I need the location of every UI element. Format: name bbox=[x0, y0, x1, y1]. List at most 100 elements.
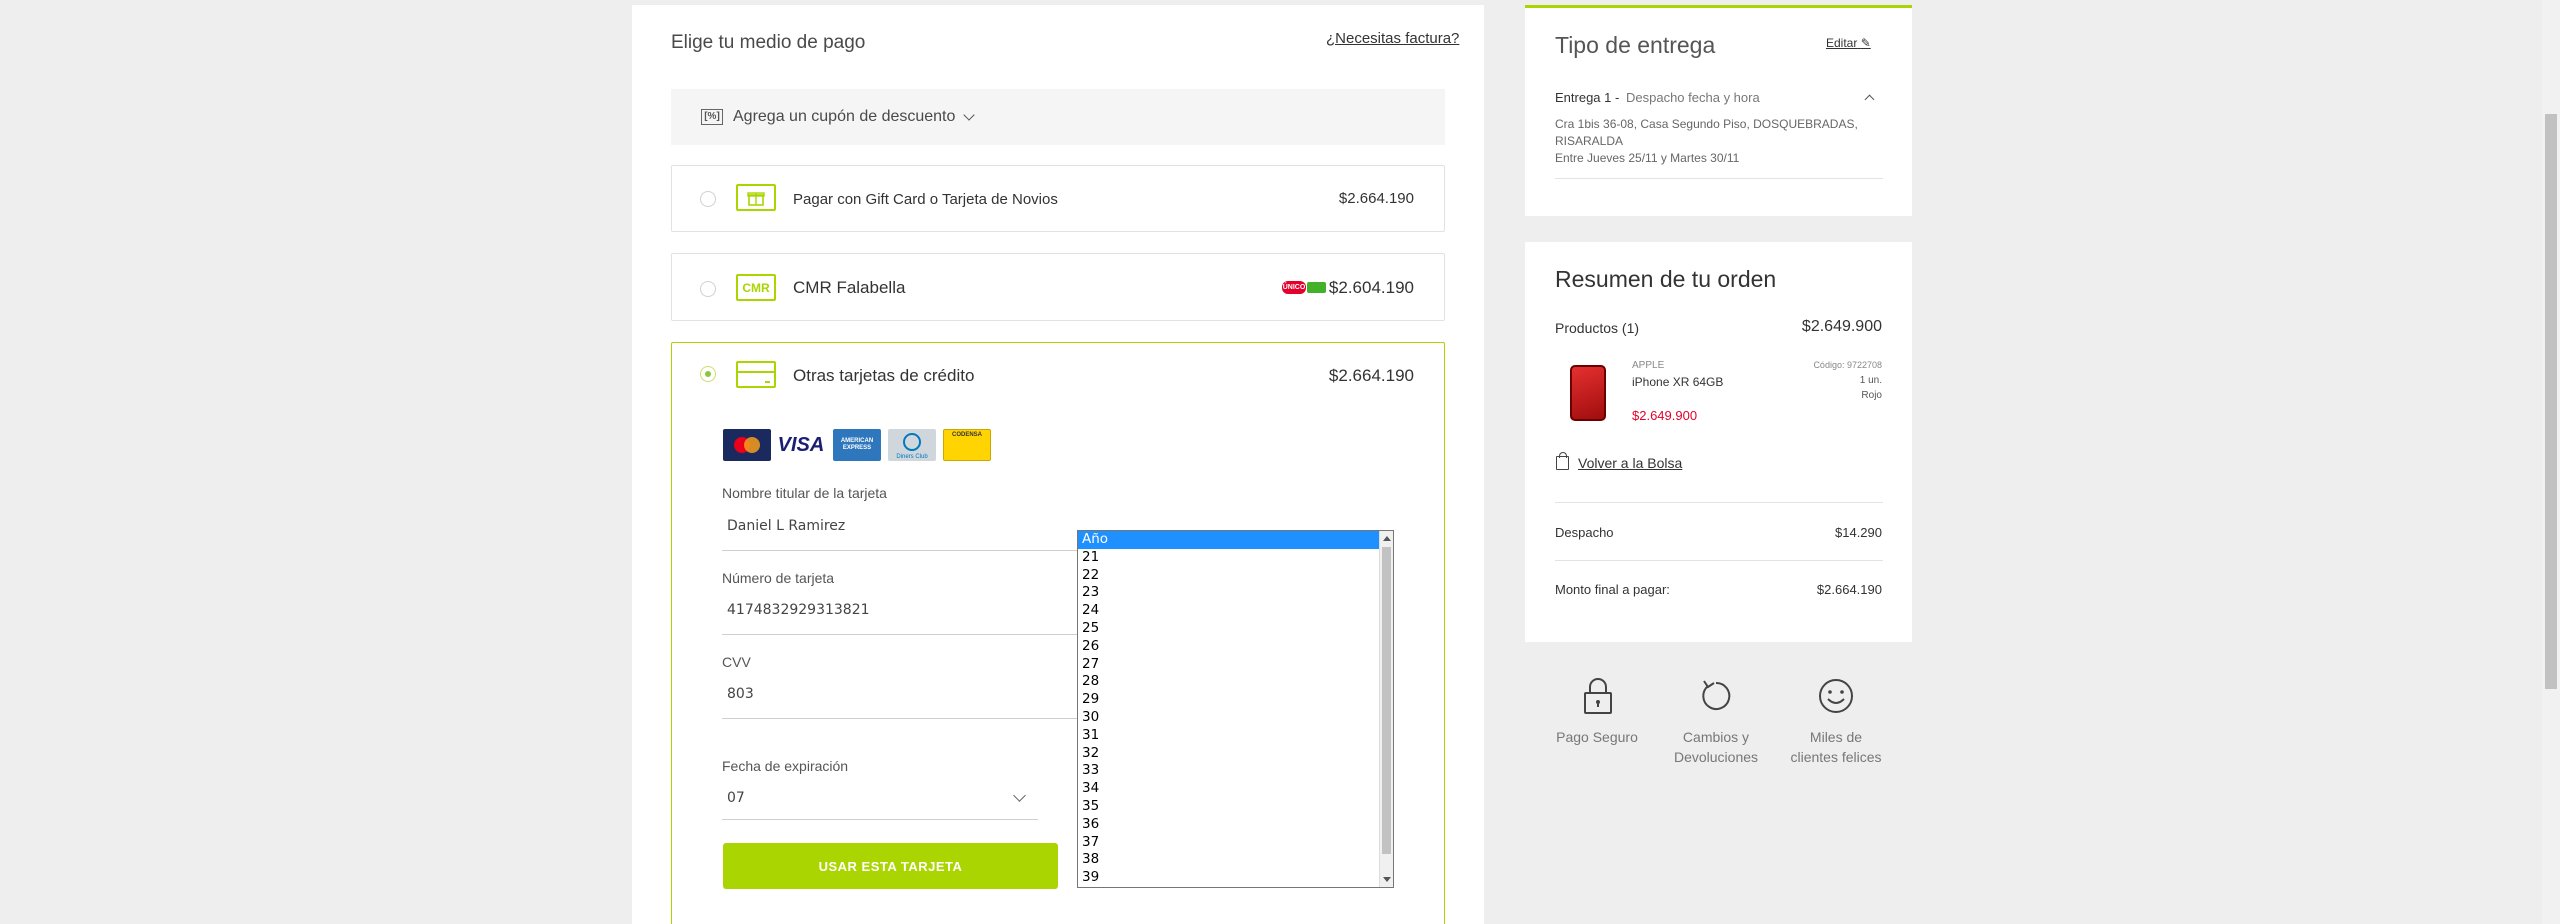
cmr-unico-badge: ÚNICO bbox=[1282, 281, 1326, 294]
products-total: $2.649.900 bbox=[1801, 318, 1882, 335]
year-option[interactable]: 27 bbox=[1078, 656, 1393, 674]
trust-returns-label-1: Cambios y bbox=[1682, 729, 1750, 745]
shopping-bag-icon bbox=[1556, 452, 1569, 470]
expiry-month-value: 07 bbox=[727, 790, 745, 806]
card-number-label: Número de tarjeta bbox=[722, 570, 835, 586]
chevron-down-icon bbox=[1013, 789, 1026, 802]
payment-option-giftcard[interactable]: Pagar con Gift Card o Tarjeta de Novios … bbox=[671, 165, 1445, 232]
invoice-link[interactable]: ¿Necesitas factura? bbox=[1326, 30, 1459, 47]
product-price: $2.649.900 bbox=[1632, 408, 1698, 423]
scroll-thumb[interactable] bbox=[1382, 547, 1391, 854]
year-option[interactable]: 24 bbox=[1078, 602, 1393, 620]
option-label: Pagar con Gift Card o Tarjeta de Novios bbox=[793, 191, 1058, 208]
coupon-label: Agrega un cupón de descuento bbox=[733, 108, 956, 125]
scroll-up-icon[interactable] bbox=[1383, 536, 1391, 541]
product-code: Código: 9722708 bbox=[1813, 360, 1882, 370]
year-option[interactable]: 37 bbox=[1078, 834, 1393, 852]
year-option[interactable]: 34 bbox=[1078, 780, 1393, 798]
edit-label: Editar bbox=[1826, 36, 1858, 50]
year-option[interactable]: 38 bbox=[1078, 851, 1393, 869]
listbox-scrollbar[interactable] bbox=[1379, 531, 1393, 887]
delivery-panel: Tipo de entrega Editar ✎ Entrega 1 - Des… bbox=[1525, 5, 1912, 216]
use-card-button[interactable]: USAR ESTA TARJETA bbox=[723, 843, 1058, 889]
option-price: $2.664.190 bbox=[1328, 366, 1414, 385]
radio-giftcard[interactable] bbox=[700, 191, 716, 207]
coupon-toggle[interactable]: [%] Agrega un cupón de descuento bbox=[671, 89, 1445, 145]
cmr-icon: CMR bbox=[736, 274, 776, 301]
divider bbox=[1555, 560, 1883, 561]
option-label: CMR Falabella bbox=[793, 278, 906, 297]
radio-cmr[interactable] bbox=[700, 281, 716, 297]
option-price: $2.664.190 bbox=[1338, 190, 1414, 207]
lock-icon bbox=[1584, 678, 1612, 714]
year-option[interactable]: 21 bbox=[1078, 549, 1393, 567]
card-mini-icon bbox=[1307, 282, 1326, 293]
cvv-label: CVV bbox=[722, 654, 751, 670]
divider bbox=[1555, 178, 1883, 179]
product-color: Rojo bbox=[1861, 390, 1882, 401]
year-option[interactable]: 39 bbox=[1078, 869, 1393, 887]
year-option[interactable]: 23 bbox=[1078, 584, 1393, 602]
year-option[interactable]: 28 bbox=[1078, 673, 1393, 691]
codensa-logo: CODENSA bbox=[943, 429, 991, 461]
cvv-input[interactable]: 803 bbox=[727, 686, 754, 702]
unico-badge-label: ÚNICO bbox=[1282, 281, 1306, 294]
divider bbox=[722, 550, 1078, 551]
year-option[interactable]: 33 bbox=[1078, 762, 1393, 780]
return-arrow-icon bbox=[1702, 680, 1731, 710]
summary-title: Resumen de tu orden bbox=[1555, 266, 1777, 292]
option-label: Otras tarjetas de crédito bbox=[793, 366, 975, 385]
diners-club-logo: Diners Club bbox=[888, 429, 936, 461]
year-option[interactable]: 25 bbox=[1078, 620, 1393, 638]
expiry-year-listbox[interactable]: Año 21 22 23 24 25 26 27 28 29 30 31 32 33 34 35 36 37 38 3… bbox=[1077, 530, 1394, 888]
final-total-value: $2.664.190 bbox=[1816, 582, 1882, 597]
order-summary-panel: Resumen de tu orden Productos (1) $2.649… bbox=[1525, 242, 1912, 642]
year-options: Año 21 22 23 24 25 26 27 28 29 30 31 32 33 34 35 36 37 38 3… bbox=[1078, 531, 1393, 887]
year-option[interactable]: 31 bbox=[1078, 727, 1393, 745]
delivery-entry-title: Entrega 1 - bbox=[1555, 90, 1620, 105]
cardholder-label: Nombre titular de la tarjeta bbox=[722, 485, 887, 501]
payment-option-cmr[interactable]: CMR CMR Falabella ÚNICO $2.604.190 bbox=[671, 253, 1445, 321]
trust-secure-label: Pago Seguro bbox=[1556, 729, 1638, 745]
address-line-2: RISARALDA bbox=[1555, 134, 1624, 148]
cardholder-input[interactable]: Daniel L Ramirez bbox=[727, 518, 845, 534]
year-option[interactable]: 35 bbox=[1078, 798, 1393, 816]
gift-card-icon bbox=[736, 184, 776, 211]
credit-card-icon bbox=[736, 361, 776, 388]
year-option[interactable]: 26 bbox=[1078, 638, 1393, 656]
payment-title: Elige tu medio de pago bbox=[671, 32, 866, 53]
shipping-value: $14.290 bbox=[1835, 525, 1882, 540]
divider bbox=[722, 634, 1078, 635]
year-option[interactable]: 22 bbox=[1078, 567, 1393, 585]
chevron-up-icon[interactable] bbox=[1864, 94, 1875, 105]
visa-logo: VISA bbox=[777, 433, 825, 456]
radio-credit-card[interactable] bbox=[700, 366, 716, 382]
edit-delivery-link[interactable]: Editar ✎ bbox=[1826, 36, 1871, 50]
mastercard-logo bbox=[723, 429, 771, 461]
trust-clients-label-1: Miles de bbox=[1809, 729, 1863, 745]
scroll-down-icon[interactable] bbox=[1383, 877, 1391, 882]
page-scroll-thumb[interactable] bbox=[2545, 114, 2557, 689]
card-number-input[interactable]: 4174832929313821 bbox=[727, 602, 870, 618]
expiry-label: Fecha de expiración bbox=[722, 758, 849, 774]
product-name: iPhone XR 64GB bbox=[1632, 375, 1724, 389]
delivery-title: Tipo de entrega bbox=[1555, 32, 1716, 58]
back-to-bag-link[interactable]: Volver a la Bolsa bbox=[1578, 455, 1682, 471]
trust-returns-label-2: Devoluciones bbox=[1673, 749, 1759, 765]
year-option[interactable]: 36 bbox=[1078, 816, 1393, 834]
year-option[interactable]: Año bbox=[1078, 531, 1393, 549]
product-brand: APPLE bbox=[1632, 360, 1665, 371]
expiry-month-select[interactable]: 07 bbox=[722, 786, 1038, 820]
divider bbox=[722, 718, 1078, 719]
products-label: Productos (1) bbox=[1555, 320, 1640, 336]
chevron-down-icon bbox=[963, 108, 976, 121]
year-option[interactable]: 30 bbox=[1078, 709, 1393, 727]
address-line-1: Cra 1bis 36-08, Casa Segundo Piso, DOSQU… bbox=[1555, 117, 1858, 131]
product-image[interactable] bbox=[1570, 365, 1606, 421]
pencil-icon: ✎ bbox=[1860, 36, 1871, 50]
coupon-icon: [%] bbox=[701, 109, 723, 125]
trust-clients-label-2: clientes felices bbox=[1790, 749, 1882, 765]
year-option[interactable]: 32 bbox=[1078, 745, 1393, 763]
amex-logo: AMERICAN EXPRESS bbox=[833, 429, 881, 461]
year-option[interactable]: 29 bbox=[1078, 691, 1393, 709]
